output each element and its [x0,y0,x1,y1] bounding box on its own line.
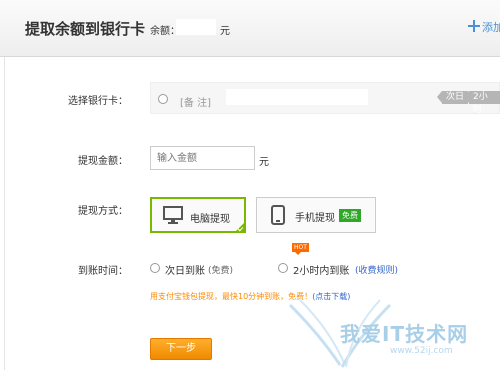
download-link[interactable]: (点击下载) [312,292,350,301]
method-label: 提现方式： [78,206,128,217]
method-pc-button[interactable]: 电脑提现 [150,197,246,233]
watermark-url: www.52ij.com [390,346,453,356]
hot-badge: HOT [292,243,309,255]
bank-card-radio[interactable] [158,94,168,104]
bank-card-number-masked [226,89,368,105]
arrival-next-day-note: (免费) [208,266,234,276]
page-title: 提取余额到银行卡 [25,20,146,38]
bank-select-label: 选择银行卡： [68,96,128,107]
monitor-icon [163,206,183,224]
arrival-next-day-label[interactable]: 次日到账 [165,262,205,277]
arrival-two-hours-label[interactable]: 2小时内到账 [293,262,349,277]
arrival-label: 到账时间： [78,266,128,277]
promo-text: 用支付宝钱包提现，最快10分钟到账，免费！(点击下载) [150,291,350,302]
free-badge: 免费 [339,209,361,222]
bank-card-note: [备 注] [180,98,211,109]
arrival-next-day-radio[interactable] [150,263,160,273]
balance-unit: 元 [220,26,230,37]
phone-icon [271,205,285,225]
balance-value-masked [176,19,216,35]
header-bar: 提取余额到银行卡 余额： 元 添加 [0,0,500,57]
arrival-two-hours-radio[interactable] [278,263,288,273]
fee-rules-link[interactable]: (收费规则) [355,263,398,276]
amount-unit: 元 [259,157,269,168]
next-step-button[interactable]: 下一步 [150,338,212,360]
method-mobile-button[interactable]: 手机提现 免费 [256,197,376,233]
method-pc-label: 电脑提现 [190,214,230,225]
watermark-text: 我爱IT技术网 [340,322,469,346]
method-mobile-label: 手机提现 [295,213,335,224]
add-card-link[interactable]: 添加 [482,19,500,35]
promo-message: 用支付宝钱包提现，最快10分钟到账，免费！ [150,292,313,301]
tag-two-hours: 2小时 [464,91,500,115]
amount-input[interactable] [150,146,255,170]
amount-label: 提现金额： [78,156,128,167]
plus-icon[interactable] [466,18,482,34]
left-border [4,57,5,370]
